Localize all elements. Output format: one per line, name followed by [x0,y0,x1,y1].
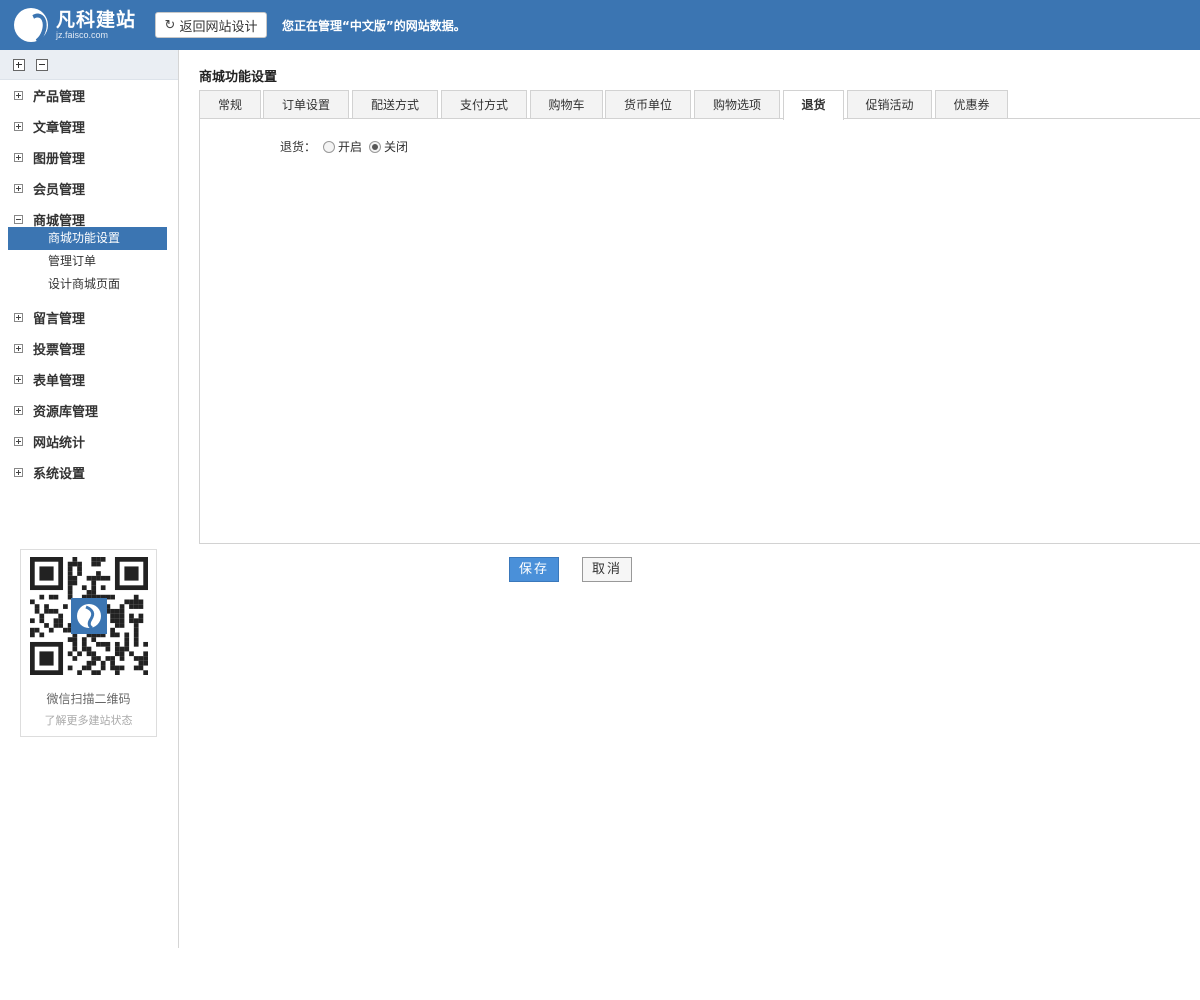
expand-icon [14,406,23,415]
sidebar-subitem-shop-settings[interactable]: 商城功能设置 [8,227,167,250]
return-setting-label: 退货： [280,140,317,154]
return-on-radio[interactable] [323,140,336,153]
tab-3[interactable]: 支付方式 [441,90,527,119]
sidebar-item-label: 资源库管理 [33,405,99,420]
top-bar: 凡科建站 jz.faisco.com ↻ 返回网站设计 您正在管理“中文版”的网… [0,0,1200,50]
sidebar-item-b-1[interactable]: 投票管理 [0,333,178,364]
refresh-icon: ↻ [164,17,176,33]
sidebar: 产品管理 文章管理 图册管理 会员管理 商城管理 商城功能设置 管理订单 设计商城页面… [0,50,179,948]
save-button[interactable]: 保存 [509,557,559,582]
collapse-all-icon[interactable] [36,58,48,71]
sidebar-item-label: 系统设置 [33,467,86,482]
sidebar-item-label: 投票管理 [33,343,86,358]
logo-domain: jz.faisco.com [56,29,109,40]
expand-icon [14,313,23,322]
sidebar-item-label: 图册管理 [33,152,86,167]
sidebar-item-a-1[interactable]: 文章管理 [0,111,178,142]
return-off-radio[interactable] [369,140,382,153]
logo[interactable]: 凡科建站 jz.faisco.com [14,7,136,43]
sidebar-item-label: 网站统计 [33,436,86,451]
back-to-site-design-button[interactable]: ↻ 返回网站设计 [155,12,267,38]
tab-0[interactable]: 常规 [199,90,261,119]
return-off-label[interactable]: 关闭 [384,138,408,155]
sidebar-subitem-design-shop-page[interactable]: 设计商城页面 [8,273,167,296]
expand-icon [14,91,23,100]
sidebar-item-label: 会员管理 [33,183,86,198]
qr-caption: 微信扫描二维码 [46,692,131,706]
sidebar-item-b-2[interactable]: 表单管理 [0,364,178,395]
expand-icon [14,344,23,353]
sidebar-item-b-3[interactable]: 资源库管理 [0,395,178,426]
logo-name: 凡科建站 [56,8,137,31]
shop-submenu: 商城功能设置 管理订单 设计商城页面 [0,227,178,296]
expand-icon [14,468,23,477]
tab-9[interactable]: 优惠券 [935,90,1008,119]
cancel-button[interactable]: 取消 [582,557,632,582]
sidebar-item-a-0[interactable]: 产品管理 [0,80,178,111]
sidebar-toolbar [0,50,178,80]
back-button-label: 返回网站设计 [179,19,258,35]
expand-icon [14,437,23,446]
sidebar-subitem-manage-orders[interactable]: 管理订单 [8,250,167,273]
sidebar-item-b-4[interactable]: 网站统计 [0,426,178,457]
sidebar-item-label: 表单管理 [33,374,86,389]
settings-panel: 退货： 开启 关闭 [199,118,1200,544]
tab-4[interactable]: 购物车 [530,90,603,119]
expand-icon [14,153,23,162]
collapse-icon [14,215,23,224]
sidebar-item-b-0[interactable]: 留言管理 [0,302,178,333]
wechat-qr-panel: 微信扫描二维码 了解更多建站状态 [20,549,157,737]
qr-sub-caption: 了解更多建站状态 [44,714,133,727]
expand-all-icon[interactable] [13,58,25,71]
sidebar-item-label: 文章管理 [33,121,86,136]
tab-2[interactable]: 配送方式 [352,90,438,119]
tab-1[interactable]: 订单设置 [263,90,349,119]
manage-message: 您正在管理“中文版”的网站数据。 [282,19,466,33]
tab-5[interactable]: 货币单位 [605,90,691,119]
return-setting-row: 退货： 开启 关闭 [280,138,408,155]
settings-tabs: 常规 订单设置 配送方式 支付方式 购物车 货币单位 购物选项 退货 促销活动 优惠券 [199,90,1200,120]
expand-icon [14,184,23,193]
sidebar-item-a-3[interactable]: 会员管理 [0,173,178,204]
tab-7[interactable]: 退货 [783,90,844,120]
faisco-logo-icon [14,8,48,42]
qr-code-icon [30,557,148,675]
expand-icon [14,122,23,131]
expand-icon [14,375,23,384]
sidebar-item-label: 产品管理 [33,90,86,105]
tab-6[interactable]: 购物选项 [694,90,780,119]
sidebar-item-a-2[interactable]: 图册管理 [0,142,178,173]
tab-8[interactable]: 促销活动 [847,90,932,119]
sidebar-item-b-5[interactable]: 系统设置 [0,457,178,488]
page-title: 商城功能设置 [199,70,278,85]
return-on-label[interactable]: 开启 [338,138,362,155]
sidebar-item-label: 留言管理 [33,312,86,327]
logo-text: 凡科建站 jz.faisco.com [56,10,136,41]
